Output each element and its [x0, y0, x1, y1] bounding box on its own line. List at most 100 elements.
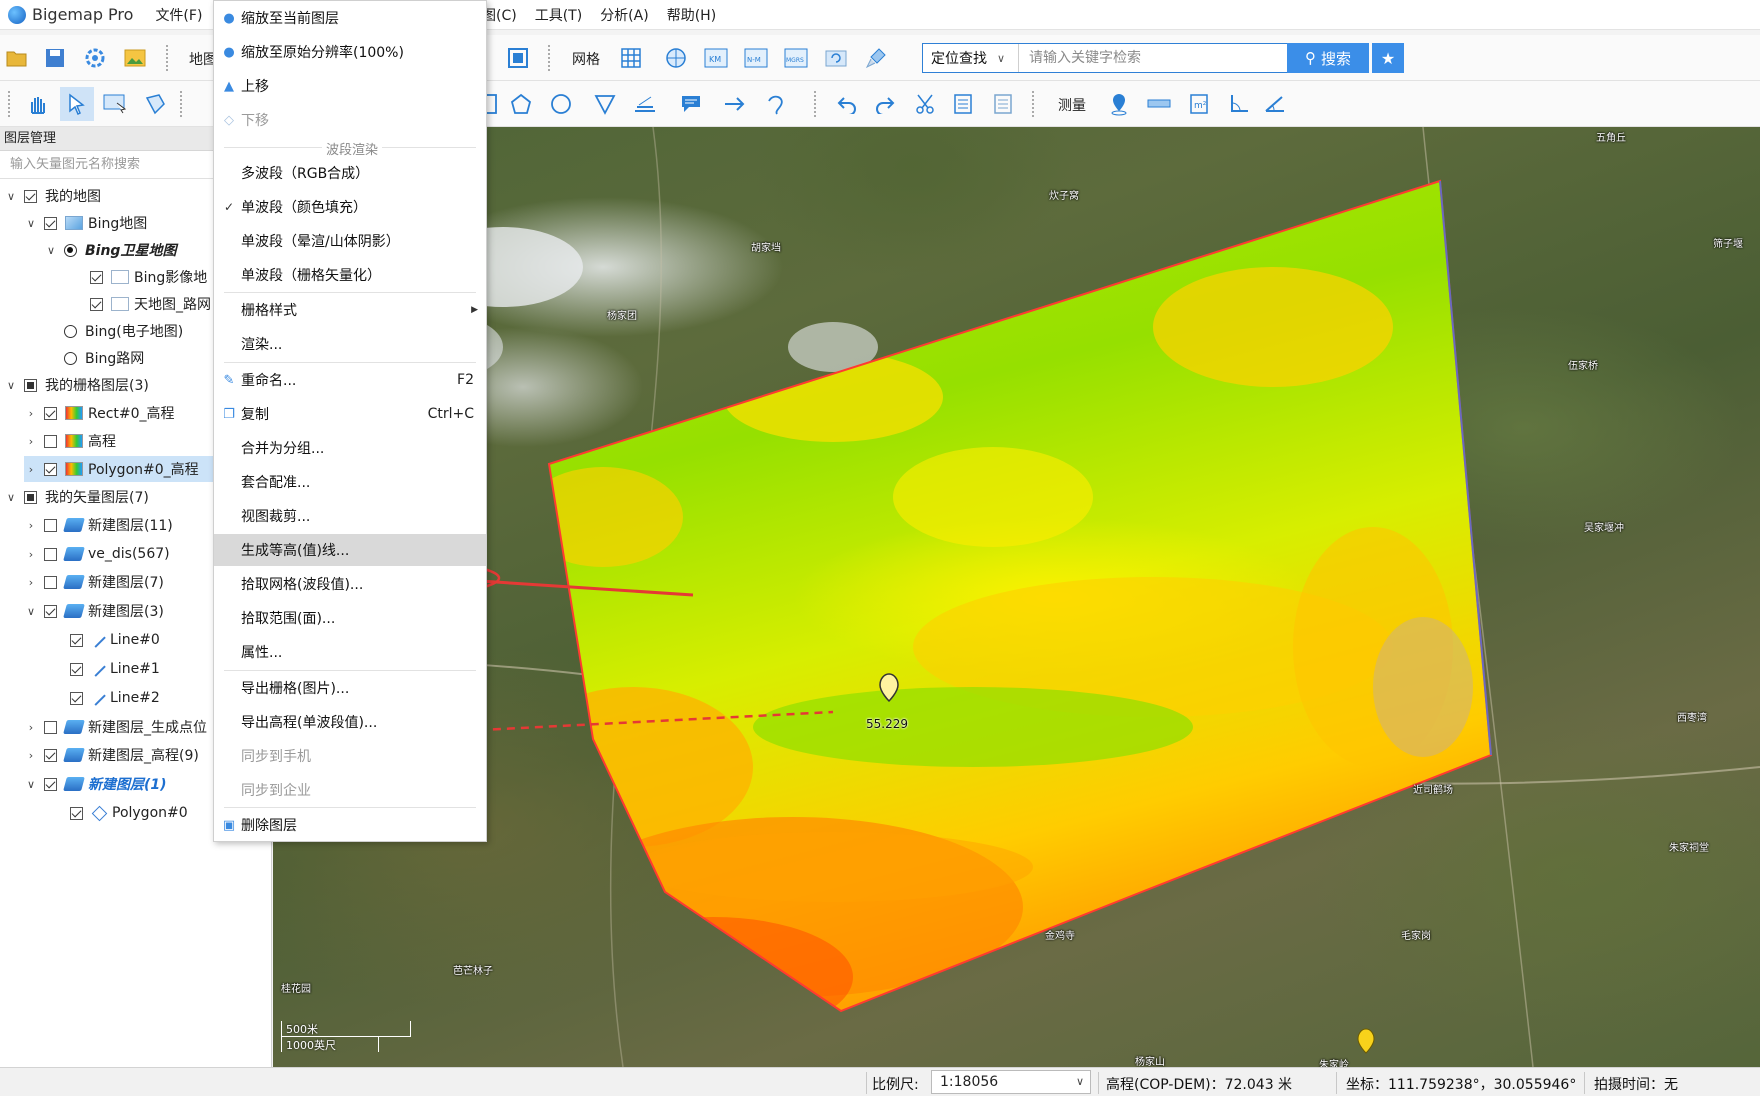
- tree-row-line-0[interactable]: Line#0: [64, 627, 160, 653]
- ruler-draw-icon[interactable]: [632, 91, 658, 117]
- cut-scissors-icon[interactable]: [912, 91, 938, 117]
- grid-icon[interactable]: [618, 45, 644, 71]
- checkbox[interactable]: [44, 462, 57, 476]
- radio-button[interactable]: [64, 351, 77, 365]
- map-canvas[interactable]: 55.229 五角丘 炊子窝 胡家垱 筛子堰 杨家团 伍家桥 吴家堰冲 西枣湾 …: [273, 127, 1760, 1067]
- chevron-down-icon[interactable]: ∨: [4, 190, 18, 203]
- menu-multiband-rgb[interactable]: 多波段（RGB合成）: [214, 157, 486, 189]
- tree-row-bing-electronic[interactable]: Bing(电子地图): [58, 318, 183, 344]
- menu-sync-enterprise[interactable]: 同步到企业: [214, 774, 486, 806]
- menu-delete-layer[interactable]: ▣ 删除图层: [214, 809, 486, 841]
- fullscreen-icon[interactable]: [505, 45, 531, 71]
- checkbox[interactable]: [44, 547, 57, 561]
- menu-properties[interactable]: 属性...: [214, 636, 486, 668]
- tree-row-bing-imagery[interactable]: Bing影像地: [84, 264, 207, 290]
- measure-point-icon[interactable]: [1106, 91, 1132, 117]
- tree-row-generated-points[interactable]: › 新建图层_生成点位: [24, 714, 207, 740]
- tree-row-new-layer-1[interactable]: ∨ 新建图层(1): [24, 771, 167, 797]
- checkbox[interactable]: [70, 806, 83, 820]
- tree-row-raster-layers[interactable]: ∨ 我的栅格图层(3): [4, 372, 149, 398]
- chevron-down-icon[interactable]: ∨: [24, 217, 38, 230]
- copy-list-icon[interactable]: [950, 91, 976, 117]
- measure-angle-icon[interactable]: [1226, 91, 1252, 117]
- tree-row-tianditu-roads[interactable]: 天地图_路网: [84, 291, 211, 317]
- menu-move-down[interactable]: ◇ 下移: [214, 104, 486, 136]
- search-button[interactable]: ⚲ 搜索: [1287, 43, 1369, 73]
- radio-button[interactable]: [64, 324, 77, 338]
- measure-azimuth-icon[interactable]: [1262, 91, 1288, 117]
- search-type-select[interactable]: 定位查找 ∨: [923, 44, 1019, 72]
- menu-singleband-vectorize[interactable]: 单波段（栅格矢量化）: [214, 259, 486, 291]
- tree-row-bing-map[interactable]: ∨ Bing地图: [24, 210, 147, 236]
- chevron-right-icon[interactable]: ›: [24, 519, 38, 532]
- favorite-star-button[interactable]: ★: [1372, 43, 1404, 73]
- pentagon-draw-icon[interactable]: [508, 91, 534, 117]
- tree-row-polygon-elevation[interactable]: › Polygon#0_高程: [24, 456, 214, 482]
- menu-registration[interactable]: 套合配准...: [214, 466, 486, 498]
- tree-row-new-layer-7[interactable]: › 新建图层(7): [24, 569, 164, 595]
- checkbox[interactable]: [44, 604, 57, 618]
- annotation-bubble-icon[interactable]: [678, 91, 704, 117]
- menu-pick-extent[interactable]: 拾取范围(面)...: [214, 602, 486, 634]
- menu-render[interactable]: 渲染...: [214, 328, 486, 360]
- map-refresh-icon[interactable]: [823, 45, 849, 71]
- menu-raster-style[interactable]: 栅格样式 ▶: [214, 294, 486, 326]
- menu-zoom-original[interactable]: ● 缩放至原始分辨率(100%): [214, 36, 486, 68]
- menu-tools[interactable]: 工具(T): [535, 5, 582, 25]
- mgrs-grid-icon[interactable]: MGRS: [783, 45, 809, 71]
- search-input[interactable]: [1019, 44, 1291, 72]
- menu-pick-grid[interactable]: 拾取网格(波段值)...: [214, 568, 486, 600]
- tree-row-ve-dis[interactable]: › ve_dis(567): [24, 541, 170, 567]
- tree-row-bing-roads[interactable]: Bing路网: [58, 345, 144, 371]
- chevron-down-icon[interactable]: ∨: [44, 244, 58, 257]
- checkbox[interactable]: [44, 518, 57, 532]
- settings-gear-icon[interactable]: [82, 45, 108, 71]
- tree-row-elevation-9[interactable]: › 新建图层_高程(9): [24, 742, 199, 768]
- checkbox[interactable]: [70, 691, 83, 705]
- save-icon[interactable]: [42, 45, 68, 71]
- chevron-right-icon[interactable]: ›: [24, 721, 38, 734]
- image-icon[interactable]: [122, 45, 148, 71]
- checkbox[interactable]: [44, 720, 57, 734]
- chevron-down-icon[interactable]: ∨: [4, 491, 18, 504]
- paste-list-icon[interactable]: [990, 91, 1016, 117]
- checkbox[interactable]: [70, 662, 83, 676]
- tree-row-new-layer-11[interactable]: › 新建图层(11): [24, 512, 173, 538]
- menu-rename[interactable]: ✎ 重命名... F2: [214, 364, 486, 396]
- menu-analysis[interactable]: 分析(A): [600, 5, 649, 25]
- redo-icon[interactable]: [872, 91, 898, 117]
- grid-label[interactable]: 网格: [572, 49, 600, 69]
- chevron-right-icon[interactable]: ›: [24, 749, 38, 762]
- checkbox[interactable]: [44, 216, 57, 230]
- polygon-select-icon[interactable]: [142, 91, 168, 117]
- undo-icon[interactable]: [834, 91, 860, 117]
- checkbox[interactable]: [24, 189, 37, 203]
- open-folder-icon[interactable]: [4, 45, 30, 71]
- checkbox[interactable]: [70, 633, 83, 647]
- tree-row-new-layer-3[interactable]: ∨ 新建图层(3): [24, 598, 164, 624]
- measure-distance-icon[interactable]: [1146, 91, 1172, 117]
- arrow-draw-icon[interactable]: [722, 91, 748, 117]
- tree-row-polygon-0[interactable]: Polygon#0: [64, 800, 188, 826]
- nm-grid-icon[interactable]: N-M: [743, 45, 769, 71]
- menu-copy[interactable]: ❐ 复制 Ctrl+C: [214, 398, 486, 430]
- checkbox[interactable]: [44, 406, 57, 420]
- menu-merge-group[interactable]: 合并为分组...: [214, 432, 486, 464]
- chevron-right-icon[interactable]: ›: [24, 576, 38, 589]
- menu-singleband-color[interactable]: ✓ 单波段（颜色填充）: [214, 191, 486, 223]
- box-select-icon[interactable]: [102, 91, 128, 117]
- menu-generate-contours[interactable]: 生成等高(值)线...: [214, 534, 486, 566]
- tree-row-rect-elevation[interactable]: › Rect#0_高程: [24, 400, 175, 426]
- triangle-draw-icon[interactable]: [592, 91, 618, 117]
- menu-zoom-to-layer[interactable]: ● 缩放至当前图层: [214, 2, 486, 34]
- globe-grid-icon[interactable]: [663, 45, 689, 71]
- menu-singleband-hillshade[interactable]: 单波段（晕渲/山体阴影）: [214, 225, 486, 257]
- menu-file[interactable]: 文件(F): [155, 5, 202, 25]
- tree-row-my-maps[interactable]: ∨ 我的地图: [4, 183, 101, 209]
- menu-layer-truncated[interactable]: 图(C): [482, 5, 517, 25]
- menu-export-raster[interactable]: 导出栅格(图片)...: [214, 672, 486, 704]
- circle-draw-icon[interactable]: [548, 91, 574, 117]
- checkbox[interactable]: [44, 777, 57, 791]
- tree-row-line-2[interactable]: Line#2: [64, 685, 160, 711]
- checkbox[interactable]: [90, 297, 103, 311]
